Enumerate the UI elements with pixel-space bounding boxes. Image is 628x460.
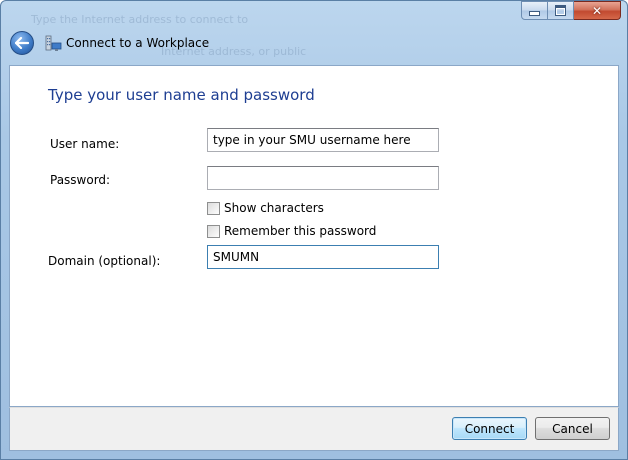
show-characters-label: Show characters [224, 201, 324, 215]
close-button[interactable]: ✕ [574, 1, 621, 20]
show-characters-checkbox[interactable] [207, 201, 220, 215]
password-input[interactable] [207, 166, 439, 190]
connect-button[interactable]: Connect [452, 417, 527, 440]
back-arrow-icon [15, 37, 29, 49]
minimize-button[interactable] [521, 1, 548, 20]
maximize-button[interactable] [548, 1, 574, 20]
remember-password-row[interactable]: Remember this password [207, 224, 376, 238]
wizard-title: Connect to a Workplace [66, 36, 210, 50]
back-button[interactable] [10, 31, 34, 55]
content-panel: Type your user name and password User na… [9, 65, 619, 407]
wizard-nav: Connect to a Workplace [10, 31, 209, 55]
username-input[interactable]: type in your SMU username here [207, 128, 439, 152]
maximize-icon [555, 5, 566, 16]
remember-password-label: Remember this password [224, 224, 377, 238]
password-label: Password: [50, 173, 111, 187]
cancel-button[interactable]: Cancel [535, 417, 610, 440]
page-title: Type your user name and password [48, 86, 315, 104]
caption-buttons: ✕ [521, 1, 621, 20]
remember-password-checkbox[interactable] [207, 224, 220, 238]
minimize-icon [529, 11, 540, 16]
button-bar: Connect Cancel [9, 407, 619, 451]
workplace-network-icon [45, 35, 62, 51]
username-label: User name: [50, 137, 120, 151]
show-characters-row[interactable]: Show characters [207, 201, 324, 215]
background-text: Type the Internet address to connect to [31, 13, 249, 26]
close-icon: ✕ [591, 3, 603, 18]
domain-input[interactable]: SMUMN [207, 245, 439, 269]
domain-label: Domain (optional): [48, 254, 161, 268]
dialog-window: Type the Internet address to connect to … [0, 0, 628, 460]
